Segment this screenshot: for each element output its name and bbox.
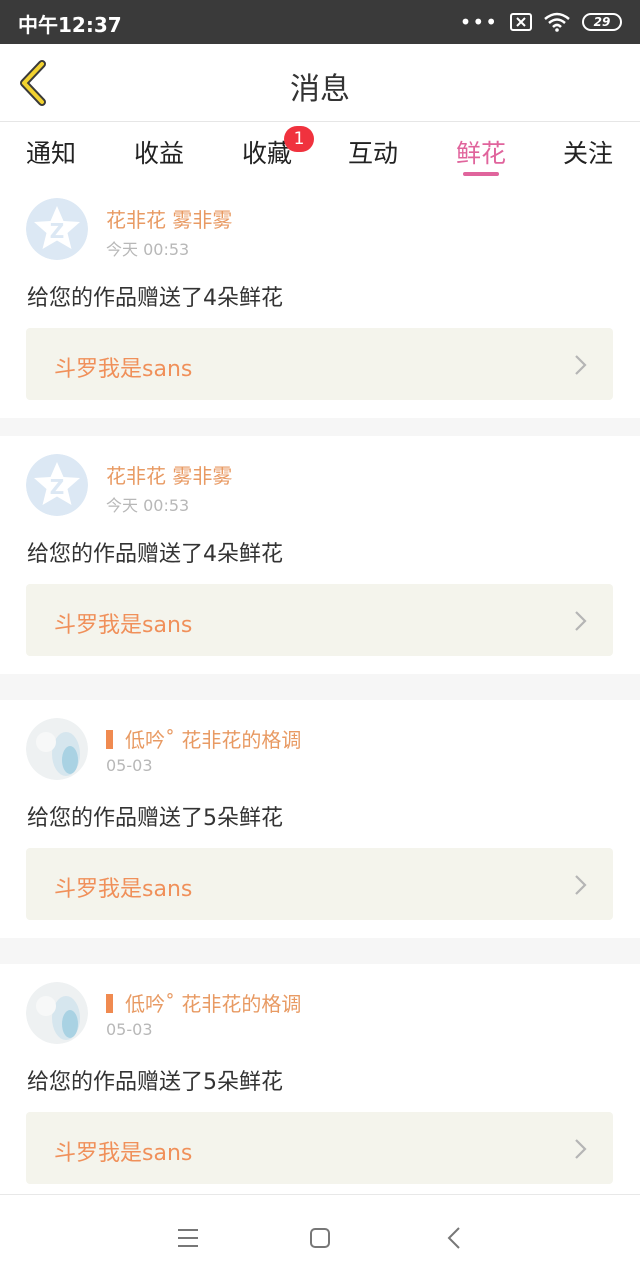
sender-name[interactable]: 低吟˚ 花非花的格调 [106, 988, 301, 1017]
work-link[interactable]: 斗罗我是sans [26, 1112, 613, 1184]
sender-name[interactable]: 低吟˚ 花非花的格调 [106, 724, 301, 753]
sender-label: 低吟˚ 花非花的格调 [125, 728, 302, 752]
message-time: 05-03 [106, 1020, 153, 1039]
chevron-right-icon [575, 611, 587, 631]
tab-interaction[interactable]: 互动 [328, 134, 418, 170]
status-time: 中午12:37 [18, 13, 122, 37]
chevron-right-icon [575, 875, 587, 895]
active-tab-indicator [463, 172, 499, 176]
message-text: 给您的作品赠送了5朵鲜花 [27, 1070, 283, 1095]
tab-label: 鲜花 [455, 139, 506, 168]
message-time: 今天 00:53 [106, 496, 190, 515]
work-link[interactable]: 斗罗我是sans [26, 848, 613, 920]
tab-label: 互动 [347, 139, 398, 168]
work-title: 斗罗我是sans [54, 877, 193, 902]
message-text: 给您的作品赠送了4朵鲜花 [27, 286, 283, 311]
svg-text:Z: Z [50, 475, 65, 499]
tab-earnings[interactable]: 收益 [114, 134, 204, 170]
tab-label: 关注 [562, 139, 613, 168]
message-text: 给您的作品赠送了4朵鲜花 [27, 542, 283, 567]
unread-badge: 1 [284, 126, 314, 152]
menu-icon[interactable] [173, 1223, 203, 1253]
sender-name[interactable]: 花非花 雾非雾 [106, 460, 232, 489]
list-item[interactable]: 低吟˚ 花非花的格调 05-03 给您的作品赠送了5朵鲜花 斗罗我是sans [0, 964, 640, 1194]
status-icons: ••• 29 [460, 10, 622, 34]
tab-label: 收益 [133, 139, 184, 168]
sim-error-icon [510, 13, 532, 31]
chevron-right-icon [575, 355, 587, 375]
photo-avatar[interactable] [26, 718, 88, 780]
work-link[interactable]: 斗罗我是sans [26, 584, 613, 656]
svg-text:Z: Z [50, 219, 65, 243]
work-title: 斗罗我是sans [54, 613, 193, 638]
message-text: 给您的作品赠送了5朵鲜花 [27, 806, 283, 831]
star-avatar-icon[interactable]: Z [26, 454, 88, 516]
back-icon[interactable] [440, 1223, 470, 1253]
message-time: 05-03 [106, 756, 153, 775]
sender-mark [106, 730, 113, 749]
tab-favorites[interactable]: 收藏 1 [222, 126, 314, 170]
star-avatar-icon[interactable]: Z [26, 198, 88, 260]
tab-label: 通知 [25, 139, 76, 168]
photo-avatar[interactable] [26, 982, 88, 1044]
wifi-icon [544, 12, 570, 32]
status-bar: 中午12:37 ••• 29 [0, 0, 640, 44]
tab-bar: 通知 收益 收藏 1 互动 鲜花 关注 [0, 122, 640, 180]
sender-label: 低吟˚ 花非花的格调 [125, 992, 302, 1016]
work-title: 斗罗我是sans [54, 357, 193, 382]
chevron-right-icon [575, 1139, 587, 1159]
list-item[interactable]: Z 花非花 雾非雾 今天 00:53 给您的作品赠送了4朵鲜花 斗罗我是sans [0, 436, 640, 674]
battery-icon: 29 [582, 13, 622, 31]
header-bar: 消息 [0, 44, 640, 122]
message-time: 今天 00:53 [106, 240, 190, 259]
work-link[interactable]: 斗罗我是sans [26, 328, 613, 400]
home-square-icon[interactable] [305, 1223, 335, 1253]
list-item[interactable]: Z 花非花 雾非雾 今天 00:53 给您的作品赠送了4朵鲜花 斗罗我是sans [0, 180, 640, 418]
list-item[interactable]: 低吟˚ 花非花的格调 05-03 给您的作品赠送了5朵鲜花 斗罗我是sans [0, 700, 640, 938]
page-title: 消息 [290, 72, 350, 107]
sender-mark [106, 994, 113, 1013]
message-list: Z 花非花 雾非雾 今天 00:53 给您的作品赠送了4朵鲜花 斗罗我是sans… [0, 180, 640, 1194]
sender-name[interactable]: 花非花 雾非雾 [106, 204, 232, 233]
more-dots-icon: ••• [459, 10, 498, 34]
work-title: 斗罗我是sans [54, 1141, 193, 1166]
system-nav-bar [0, 1194, 640, 1280]
tab-follow[interactable]: 关注 [543, 134, 633, 170]
tab-flowers[interactable]: 鲜花 [436, 134, 526, 170]
tab-notice[interactable]: 通知 [6, 134, 96, 170]
